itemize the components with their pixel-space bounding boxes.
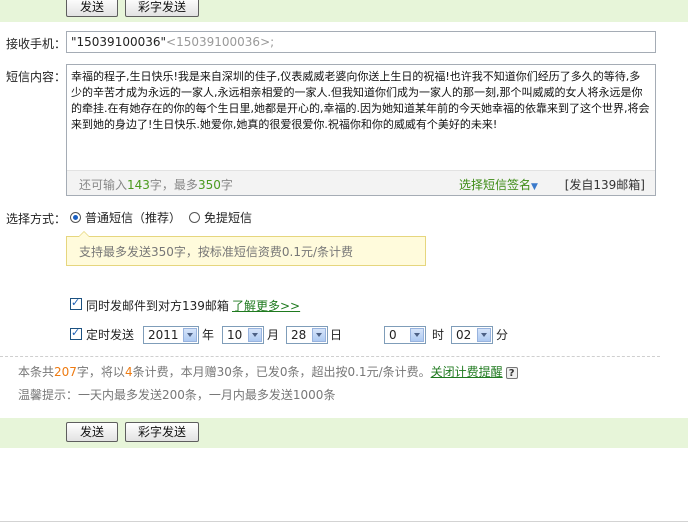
radio-normal-sms[interactable] [70,212,81,223]
radio-free-sms[interactable] [189,212,200,223]
send-button-top[interactable]: 发送 [66,0,118,17]
schedule-label: 定时发送 [86,328,135,342]
message-footer: 还可输入143字，最多350字 选择短信签名▼ [发自139邮箱] [67,170,655,195]
receiver-name: "15039100036" [71,35,167,49]
email-sync-checkbox[interactable] [70,296,82,310]
message-content: 幸福的程子,生日快乐!我是来自深圳的佳子,仪表威威老婆向你送上生日的祝福!也许我… [71,70,650,131]
year-select[interactable]: 2011 [143,326,199,344]
billing-info: 本条共207字，将以4条计费，本月赠30条，已发0条，超出按0.1元/条计费。关… [18,363,518,380]
option-normal-sms[interactable]: 普通短信（推荐） [85,209,181,226]
tip-pointer-inner [79,232,89,237]
minute-unit: 分 [496,328,509,342]
hour-select[interactable]: 0 [384,326,426,344]
month-unit: 月 [267,328,280,342]
chevron-down-icon [410,328,424,342]
option-free-sms[interactable]: 免提短信 [204,209,252,226]
receiver-address: <15039100036>; [166,35,275,49]
month-select[interactable]: 10 [222,326,264,344]
chevron-down-icon [183,328,197,342]
receiver-label: 接收手机： [6,37,67,51]
char-counter: 还可输入143字，最多350字 [79,178,233,192]
chevron-down-icon [312,328,326,342]
minute-select[interactable]: 02 [451,326,493,344]
mailbox-signature: [发自139邮箱] [564,178,645,192]
footer-border [0,521,688,522]
chevron-down-icon [477,328,491,342]
message-label: 短信内容： [6,70,67,84]
colorful-send-button[interactable]: 彩字发送 [125,422,199,442]
warm-tip: 温馨提示：一天内最多发送200条，一月内最多发送1000条 [18,388,336,402]
signature-selector[interactable]: 选择短信签名▼ [459,176,538,193]
learn-more-link[interactable]: 了解更多>> [232,297,300,314]
colorful-send-button-top[interactable]: 彩字发送 [125,0,199,17]
message-textarea[interactable]: 幸福的程子,生日快乐!我是来自深圳的佳子,仪表威威老婆向你送上生日的祝福!也许我… [66,64,656,196]
hour-unit: 时 [432,328,445,342]
schedule-checkbox[interactable] [70,326,82,340]
day-select[interactable]: 28 [286,326,328,344]
triangle-down-icon: ▼ [531,182,538,192]
email-sync-label: 同时发邮件到对方139邮箱 [86,299,229,313]
divider [0,356,660,357]
receiver-input[interactable]: "15039100036"<15039100036>; [66,31,656,53]
close-billing-reminder-link[interactable]: 关闭计费提醒 [431,365,503,379]
day-unit: 日 [330,328,343,342]
chevron-down-icon [248,328,262,342]
sms-tip: 支持最多发送350字，按标准短信资费0.1元/条计费 [66,236,426,266]
send-method-label: 选择方式： [6,212,67,226]
help-icon[interactable]: ? [505,366,518,379]
year-unit: 年 [202,328,215,342]
send-button[interactable]: 发送 [66,422,118,442]
